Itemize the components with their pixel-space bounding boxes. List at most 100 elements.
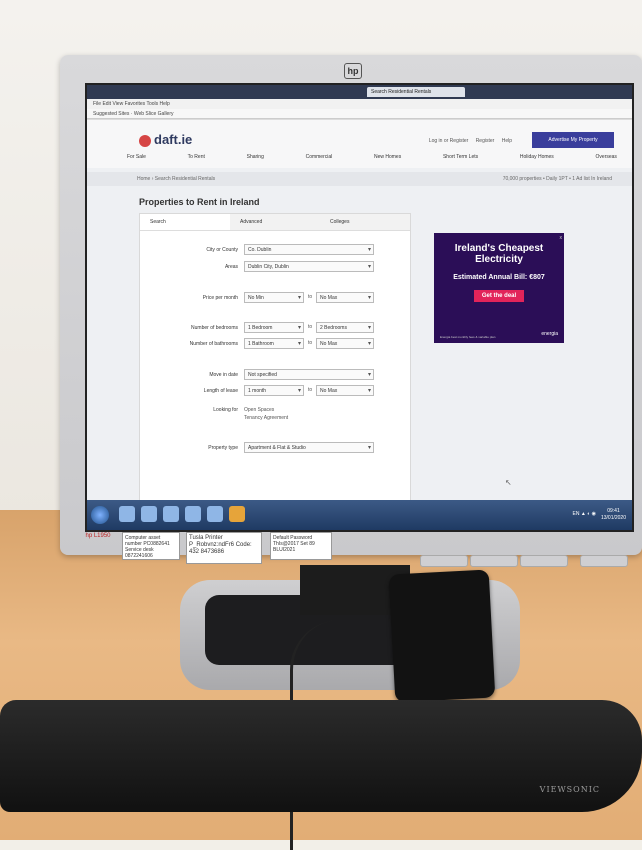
areas-select[interactable]: Dublin City, Dublin: [244, 261, 374, 273]
nav-item-overseas[interactable]: Overseas: [596, 154, 617, 160]
form-row-bedrooms: Number of bedrooms 1 Bedroom to 2 Bedroo…: [140, 322, 410, 334]
ad-cta-button[interactable]: Get the deal: [473, 290, 525, 302]
taskbar-excel-icon[interactable]: [207, 506, 223, 522]
asset-sticker: Computer asset number PC0882641 Service …: [122, 532, 180, 560]
smartphone: [388, 569, 496, 703]
bathrooms-min-select[interactable]: 1 Bathroom: [244, 338, 304, 350]
taskbar-chrome-icon[interactable]: [229, 506, 245, 522]
taskbar-word-icon[interactable]: [185, 506, 201, 522]
bedrooms-min-select[interactable]: 1 Bedroom: [244, 322, 304, 334]
nav-item-holiday-homes[interactable]: Holiday Homes: [520, 154, 554, 160]
price-label: Price per month: [202, 295, 238, 301]
taskbar-ie-icon[interactable]: [119, 506, 135, 522]
form-row-lease: Length of lease 1 month to No Max: [140, 385, 410, 397]
price-max-select[interactable]: No Max: [316, 292, 374, 304]
screen: Search Residential Rentals File Edit Vie…: [85, 83, 634, 532]
price-to-text: to: [308, 294, 313, 300]
nav-item-for-sale[interactable]: For Sale: [127, 154, 146, 160]
taskbar-explorer-icon[interactable]: [141, 506, 157, 522]
form-row-facilities: Looking for Open Spaces Tenancy Agreemen…: [140, 404, 410, 434]
facilities-label: Looking for: [213, 407, 238, 413]
site-logo[interactable]: daft.ie: [139, 132, 192, 147]
power-button[interactable]: [580, 555, 628, 567]
price-min-select[interactable]: No Min: [244, 292, 304, 304]
breadcrumb-bar: Home › Search Residential Rentals 70,000…: [87, 172, 632, 186]
facility-option[interactable]: Tenancy Agreement: [244, 415, 288, 421]
daft-logo-icon: [139, 134, 151, 147]
lease-label: Length of lease: [203, 388, 238, 394]
header-links: Log in or Register Register Help: [423, 138, 512, 144]
advertise-button[interactable]: Advertise My Property: [532, 132, 614, 148]
nav-item-new-homes[interactable]: New Homes: [374, 154, 401, 160]
bedrooms-label: Number of bedrooms: [191, 325, 238, 331]
property-type-select[interactable]: Apartment & Flat & Studio: [244, 442, 374, 454]
monitor-button[interactable]: [520, 555, 568, 567]
facility-option[interactable]: Open Spaces: [244, 407, 274, 413]
windows-taskbar: EN ▲ ◐ ◉ 09:41 13/01/2020: [87, 500, 632, 530]
ad-fine-print: Energia best monthly fees & variable pla…: [440, 335, 496, 339]
system-tray[interactable]: EN ▲ ◐ ◉: [573, 511, 596, 517]
tab-advanced[interactable]: Advanced: [230, 214, 320, 230]
lease-min-select[interactable]: 1 month: [244, 385, 304, 397]
electricity-ad[interactable]: x Ireland's Cheapest Electricity Estimat…: [434, 233, 564, 343]
help-link[interactable]: Help: [502, 138, 512, 144]
keyboard-wrist-rest: VIEWSONIC: [0, 700, 642, 812]
mouse-cursor-icon: ↖: [505, 478, 512, 487]
browser-tab-active[interactable]: Search Residential Rentals: [367, 87, 465, 97]
property-type-label: Property type: [208, 445, 238, 451]
areas-label: Areas: [224, 264, 238, 270]
page-title: Properties to Rent in Ireland: [139, 197, 260, 207]
nav-item-commercial[interactable]: Commercial: [306, 154, 333, 160]
form-row-county: City or County Co. Dublin: [140, 244, 410, 256]
ad-title: Ireland's Cheapest Electricity: [454, 243, 544, 265]
form-row-property-type: Property type Apartment & Flat & Studio: [140, 442, 410, 454]
browser-title-bar: Search Residential Rentals: [87, 85, 632, 99]
form-row-price: Price per month No Min to No Max: [140, 292, 410, 304]
monitor-button[interactable]: [420, 555, 468, 567]
printer-sticker: Tusla Printer P_Robvnz:ndFr6 Code: 432 8…: [186, 532, 262, 564]
web-page: daft.ie Log in or Register Register Help…: [87, 120, 632, 505]
browser-menu-bar[interactable]: File Edit View Favorites Tools Help: [87, 99, 632, 109]
form-row-move-in: Move in date Not specified: [140, 369, 410, 381]
nav-item-to-rent[interactable]: To Rent: [188, 154, 205, 160]
move-in-select[interactable]: Not specified: [244, 369, 374, 381]
hp-logo-icon: hp: [344, 63, 362, 79]
ad-close-icon[interactable]: x: [560, 235, 563, 241]
hp-bezel-logo: hp L1950: [85, 533, 111, 539]
bathrooms-to-text: to: [308, 340, 313, 346]
login-link[interactable]: Log in or Register: [429, 138, 468, 144]
search-form-panel: Search Advanced Colleges City or County …: [139, 213, 411, 505]
nav-item-short-term[interactable]: Short Term Lets: [443, 154, 478, 160]
clock-date: 13/01/2020: [600, 515, 626, 521]
taskbar-outlook-icon[interactable]: [163, 506, 179, 522]
lease-max-select[interactable]: No Max: [316, 385, 374, 397]
search-tabs: Search Advanced Colleges: [140, 214, 410, 231]
site-header: daft.ie Log in or Register Register Help…: [87, 120, 632, 168]
register-link[interactable]: Register: [476, 138, 495, 144]
tab-search[interactable]: Search: [140, 214, 230, 230]
bathrooms-max-select[interactable]: No Max: [316, 338, 374, 350]
start-button-icon[interactable]: [91, 506, 109, 524]
form-row-bathrooms: Number of bathrooms 1 Bathroom to No Max: [140, 338, 410, 350]
move-in-label: Move in date: [209, 372, 238, 378]
bathrooms-label: Number of bathrooms: [189, 341, 238, 347]
main-nav: For Sale To Rent Sharing Commercial New …: [127, 154, 617, 160]
password-sticker: Default Password ThIs@2017 Set 89 BLUI20…: [270, 532, 332, 560]
favorites-bar[interactable]: Suggested Sites · Web Slice Gallery: [87, 109, 632, 119]
wrist-rest-brand: VIEWSONIC: [539, 785, 600, 794]
site-stats: 70,000 properties • Daily 1PT • 1 Ad lis…: [502, 176, 612, 182]
ad-subtitle: Estimated Annual Bill: €807: [453, 274, 545, 281]
nav-item-sharing[interactable]: Sharing: [247, 154, 264, 160]
county-select[interactable]: Co. Dublin: [244, 244, 374, 256]
bedrooms-max-select[interactable]: 2 Bedrooms: [316, 322, 374, 334]
monitor-button[interactable]: [470, 555, 518, 567]
monitor: hp Search Residential Rentals File Edit …: [60, 55, 642, 567]
bedrooms-to-text: to: [308, 324, 313, 330]
form-row-areas: Areas Dublin City, Dublin: [140, 261, 410, 273]
tab-colleges[interactable]: Colleges: [320, 214, 410, 230]
county-label: City or County: [206, 247, 238, 253]
breadcrumb[interactable]: Home › Search Residential Rentals: [137, 172, 215, 186]
taskbar-clock[interactable]: 09:41 13/01/2020: [601, 508, 626, 522]
clock-time: 09:41: [607, 508, 620, 514]
ad-brand: energia: [541, 331, 558, 337]
